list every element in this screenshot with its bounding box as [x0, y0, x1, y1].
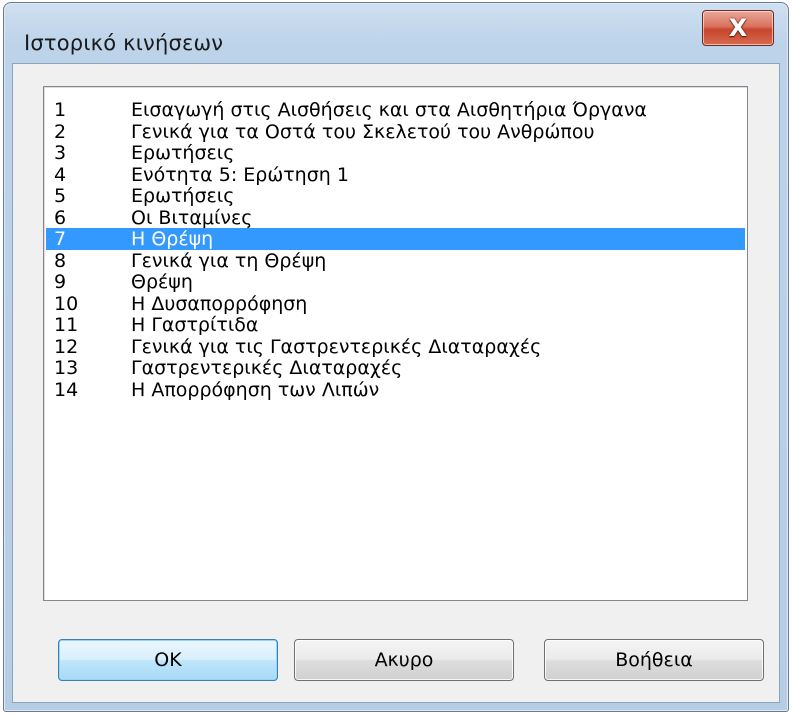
list-item-number: 8	[54, 249, 67, 272]
list-item-label: Γαστρεντερικές Διαταραχές	[131, 357, 403, 379]
close-button[interactable]: X	[702, 10, 774, 46]
list-item-number: 1	[54, 99, 67, 121]
list-item-label: Γενικά για τις Γαστρεντερικές Διαταραχές	[131, 335, 542, 358]
list-item-number: 10	[54, 292, 79, 315]
list-item-label: Γενικά για τα Οστά του Σκελετού του Ανθρ…	[131, 120, 595, 143]
list-item-number: 13	[54, 357, 79, 379]
list-item[interactable]: 10 Η Δυσαπορρόφηση	[46, 293, 745, 315]
list-item-label: Οι Βιταμίνες	[131, 206, 253, 229]
list-item-label: Η Γαστρίτιδα	[131, 314, 259, 336]
help-button[interactable]: Βοήθεια	[544, 639, 764, 681]
list-item[interactable]: 5 Ερωτήσεις	[46, 185, 745, 207]
list-item[interactable]: 14 Η Απορρόφηση των Λιπών	[46, 379, 745, 401]
list-item[interactable]: 2 Γενικά για τα Οστά του Σκελετού του Ανθ…	[46, 121, 745, 143]
list-item-number: 5	[54, 185, 67, 207]
list-item-number: 12	[54, 335, 79, 358]
list-item-label: Θρέψη	[131, 271, 193, 293]
list-item[interactable]: 13 Γαστρεντερικές Διαταραχές	[46, 357, 745, 379]
list-item-label: Η Απορρόφηση των Λιπών	[131, 378, 380, 401]
ok-button[interactable]: OK	[58, 639, 278, 681]
list-item-number: 11	[54, 314, 79, 336]
list-item-label: Η Θρέψη	[131, 228, 214, 250]
list-item-label: Γενικά για τη Θρέψη	[131, 249, 327, 272]
history-dialog: Ιστορικό κινήσεων X 1 Εισαγωγή στις Αισθή…	[3, 2, 789, 712]
list-item-number: 14	[54, 378, 79, 401]
dialog-body: 1 Εισαγωγή στις Αισθήσεις και στα Αισθητή…	[12, 63, 780, 703]
list-item[interactable]: 8 Γενικά για τη Θρέψη	[46, 250, 745, 272]
list-item-number: 7	[54, 228, 67, 250]
list-item-number: 2	[54, 120, 67, 143]
list-item-label: Ερωτήσεις	[131, 185, 235, 207]
list-item[interactable]: 9 Θρέψη	[46, 271, 745, 293]
history-listbox[interactable]: 1 Εισαγωγή στις Αισθήσεις και στα Αισθητή…	[43, 86, 748, 601]
list-item-label: Ερωτήσεις	[131, 142, 235, 164]
close-icon: X	[728, 14, 748, 42]
cancel-button[interactable]: Ακυρο	[294, 639, 514, 681]
list-item[interactable]: 4 Ενότητα 5: Ερώτηση 1	[46, 164, 745, 186]
list-item[interactable]: 1 Εισαγωγή στις Αισθήσεις και στα Αισθητή…	[46, 99, 745, 121]
list-item-label: Εισαγωγή στις Αισθήσεις και στα Αισθητήρ…	[131, 99, 647, 121]
list-item[interactable]: 3 Ερωτήσεις	[46, 142, 745, 164]
list-item-number: 3	[54, 142, 67, 164]
list-item-number: 6	[54, 206, 67, 229]
list-item-label: Η Δυσαπορρόφηση	[131, 292, 308, 315]
list-item[interactable]: 12 Γενικά για τις Γαστρεντερικές Διαταραχ…	[46, 336, 745, 358]
dialog-title: Ιστορικό κινήσεων	[24, 31, 224, 55]
list-item-number: 9	[54, 271, 67, 293]
list-item[interactable]: 6 Οι Βιταμίνες	[46, 207, 745, 229]
list-item[interactable]: 7 Η Θρέψη	[46, 228, 745, 250]
list-item-label: Ενότητα 5: Ερώτηση 1	[131, 163, 349, 186]
list-item[interactable]: 11 Η Γαστρίτιδα	[46, 314, 745, 336]
list-item-number: 4	[54, 163, 67, 186]
